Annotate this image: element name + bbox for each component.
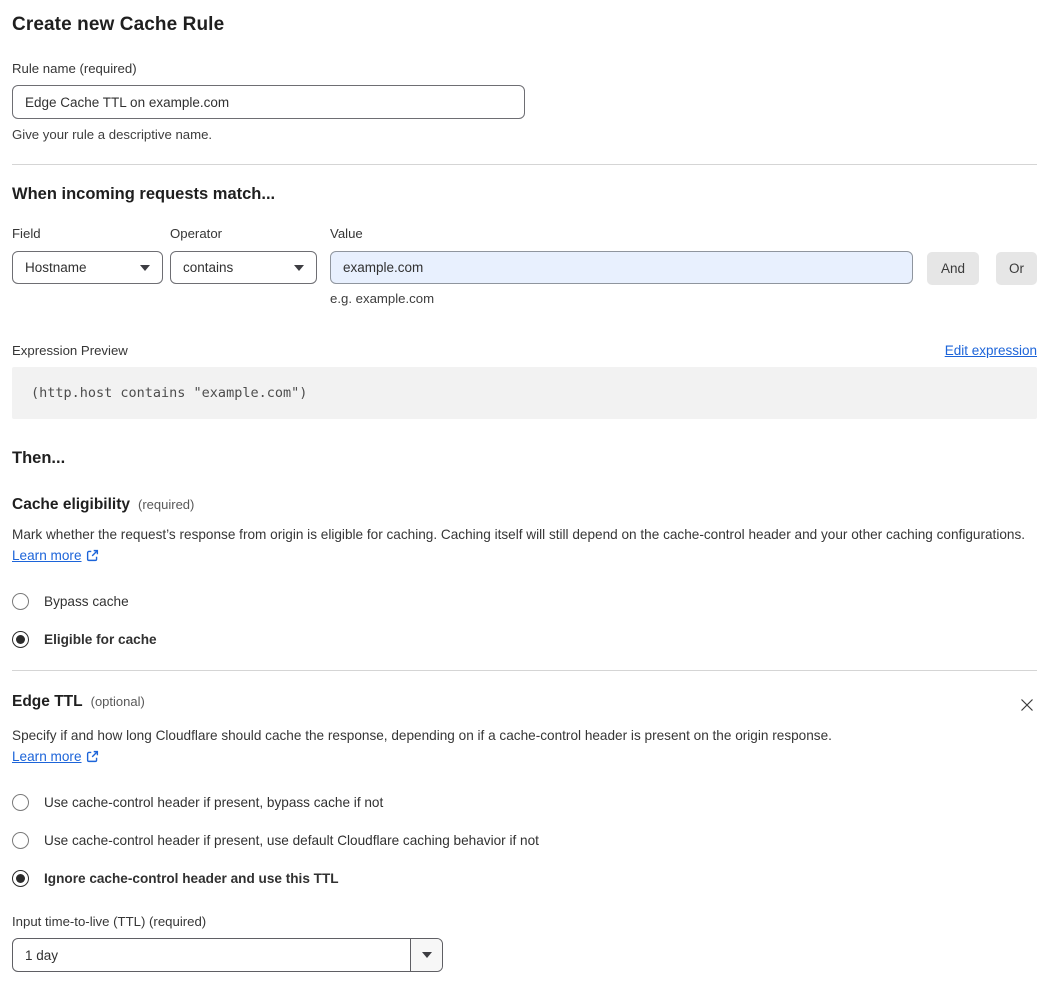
expression-preview-label: Expression Preview [12, 343, 128, 358]
edge-ttl-description-text: Specify if and how long Cloudflare shoul… [12, 728, 832, 743]
radio-option-label: Use cache-control header if present, use… [44, 833, 539, 848]
edge-ttl-heading-group: Edge TTL (optional) [12, 693, 145, 711]
learn-more-link[interactable]: Learn more [12, 548, 99, 563]
radio-option-use-header-default[interactable]: Use cache-control header if present, use… [12, 832, 1037, 849]
radio-option-label: Eligible for cache [44, 632, 157, 647]
radio-option-ignore-header-use-ttl[interactable]: Ignore cache-control header and use this… [12, 870, 1037, 887]
operator-select-value: contains [183, 260, 234, 275]
match-heading: When incoming requests match... [12, 185, 276, 203]
cache-eligibility-heading: Cache eligibility [12, 496, 131, 513]
radio-button-icon[interactable] [12, 832, 29, 849]
close-icon [1019, 699, 1035, 716]
radio-option-use-header-bypass[interactable]: Use cache-control header if present, byp… [12, 794, 1037, 811]
field-select[interactable]: Hostname [12, 251, 163, 284]
radio-button-icon[interactable] [12, 593, 29, 610]
optional-badge: (optional) [90, 694, 145, 709]
page-title: Create new Cache Rule [12, 14, 225, 35]
radio-button-icon[interactable] [12, 794, 29, 811]
learn-more-label: Learn more [12, 749, 82, 764]
edge-ttl-description: Specify if and how long Cloudflare shoul… [12, 725, 850, 769]
edit-expression-link[interactable]: Edit expression [945, 343, 1037, 358]
cache-eligibility-description: Mark whether the request’s response from… [12, 524, 1037, 568]
radio-button-icon[interactable] [12, 631, 29, 648]
radio-option-label: Bypass cache [44, 594, 129, 609]
ttl-combobox[interactable]: 1 day [12, 938, 443, 972]
expression-builder-row: Field Hostname Operator contains Value e… [12, 226, 1037, 306]
value-input[interactable] [330, 251, 913, 284]
expression-preview-row: Expression Preview Edit expression [12, 343, 1037, 358]
or-button[interactable]: Or [996, 252, 1037, 285]
learn-more-link[interactable]: Learn more [12, 749, 99, 764]
ttl-input-label: Input time-to-live (TTL) (required) [12, 914, 207, 929]
learn-more-label: Learn more [12, 548, 82, 563]
field-label: Field [12, 226, 41, 241]
radio-option-label: Use cache-control header if present, byp… [44, 795, 384, 810]
close-button[interactable] [1017, 695, 1037, 715]
chevron-down-icon [294, 264, 304, 271]
field-column: Field Hostname [12, 226, 163, 306]
external-link-icon [86, 547, 99, 568]
required-badge: (required) [138, 497, 195, 512]
rule-name-input[interactable] [12, 85, 525, 119]
value-help: e.g. example.com [330, 291, 435, 306]
operator-label: Operator [170, 226, 223, 241]
chevron-down-icon [140, 264, 150, 271]
connective-buttons: And Or [926, 226, 1037, 306]
edge-ttl-options: Use cache-control header if present, byp… [12, 794, 1037, 887]
radio-option-bypass-cache[interactable]: Bypass cache [12, 593, 1037, 610]
cache-eligibility-options: Bypass cache Eligible for cache [12, 593, 1037, 648]
expression-code: (http.host contains "example.com") [12, 367, 1037, 419]
divider [12, 164, 1037, 165]
radio-option-label: Ignore cache-control header and use this… [44, 871, 339, 886]
value-column: Value e.g. example.com [330, 226, 913, 306]
operator-column: Operator contains [170, 226, 317, 306]
radio-button-icon[interactable] [12, 870, 29, 887]
cache-eligibility-heading-group: Cache eligibility (required) [12, 496, 194, 514]
rule-name-help: Give your rule a descriptive name. [12, 127, 213, 142]
ttl-combobox-value[interactable]: 1 day [13, 939, 410, 971]
create-cache-rule-form: Create new Cache Rule Rule name (require… [0, 0, 1058, 984]
and-button[interactable]: And [926, 252, 979, 285]
edge-ttl-heading: Edge TTL [12, 693, 83, 710]
then-heading: Then... [12, 449, 66, 467]
divider [12, 670, 1037, 671]
cache-eligibility-description-text: Mark whether the request’s response from… [12, 527, 1026, 542]
external-link-icon [86, 748, 99, 769]
operator-select[interactable]: contains [170, 251, 317, 284]
chevron-down-icon [421, 952, 432, 958]
cache-eligibility-heading-row: Cache eligibility (required) [12, 496, 1037, 514]
radio-option-eligible-for-cache[interactable]: Eligible for cache [12, 631, 1037, 648]
field-select-value: Hostname [25, 260, 87, 275]
ttl-combobox-arrow-button[interactable] [410, 939, 442, 971]
rule-name-label: Rule name (required) [12, 61, 137, 76]
edge-ttl-heading-row: Edge TTL (optional) [12, 693, 1037, 715]
value-label: Value [330, 226, 363, 241]
